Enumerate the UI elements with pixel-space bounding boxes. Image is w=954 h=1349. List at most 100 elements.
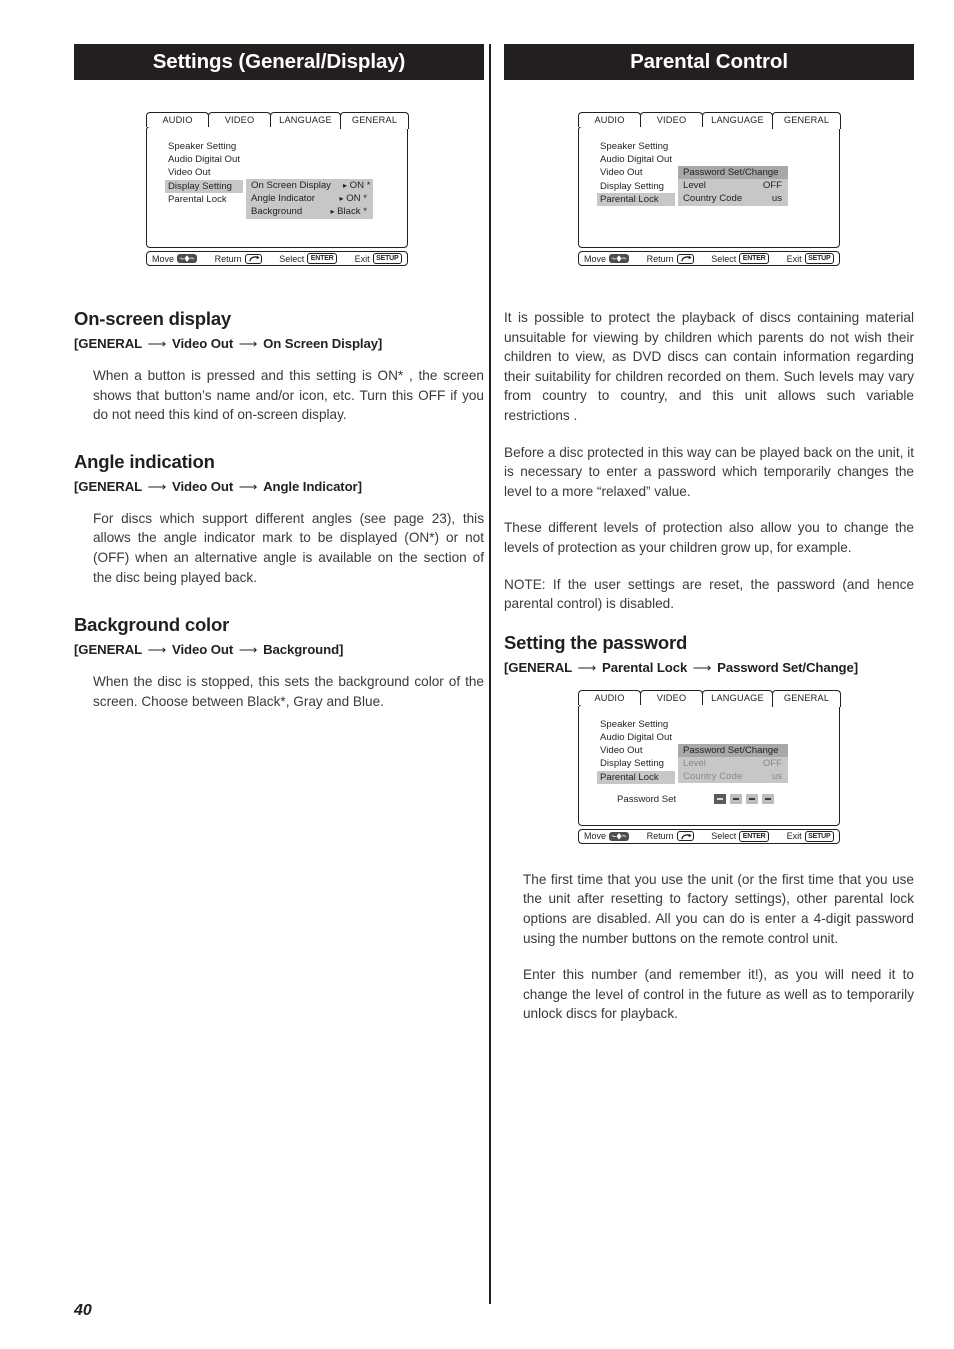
osd-tab-general[interactable]: GENERAL <box>340 112 409 129</box>
osd-tab-video[interactable]: VIDEO <box>640 112 703 127</box>
osd-tab-general[interactable]: GENERAL <box>772 689 841 707</box>
osd-submenu-value: ▸ ON * <box>331 179 370 192</box>
left-column: Settings (General/Display) AUDIO VIDEO L… <box>74 44 484 711</box>
osd-footer-exit[interactable]: Exit SETUP <box>787 253 835 264</box>
arrow-right-icon: ⟶ <box>235 336 262 351</box>
osd-footer-move[interactable]: Move <box>584 254 630 264</box>
osd-submenu-value-text: Black * <box>337 206 367 218</box>
osd-password-set: AUDIO VIDEO LANGUAGE GENERAL Speaker Set… <box>578 689 841 844</box>
password-digit-group[interactable] <box>714 794 778 805</box>
path-mid: Parental Lock <box>602 659 688 675</box>
password-digit-2[interactable] <box>730 794 743 805</box>
password-digit-4[interactable] <box>762 794 775 805</box>
section-title: Angle indication <box>74 450 215 472</box>
osd-menu-item-video-out[interactable]: Video Out <box>597 166 675 179</box>
arrow-right-icon: ⟶ <box>144 336 171 351</box>
osd-menu-item-audio-digital-out[interactable]: Audio Digital Out <box>597 731 675 744</box>
osd-footer-select[interactable]: Select ENTER <box>711 253 770 264</box>
paragraph: These different levels of protection als… <box>504 520 914 555</box>
osd-menu-item-display-setting[interactable]: Display Setting <box>165 179 243 193</box>
password-set-label: Password Set <box>617 793 677 805</box>
osd-footer-return[interactable]: Return <box>646 253 694 264</box>
osd-menu-item-parental-lock[interactable]: Parental Lock <box>597 192 675 207</box>
osd-menu-item-audio-digital-out[interactable]: Audio Digital Out <box>597 153 675 166</box>
osd-footer-select[interactable]: Select ENTER <box>279 253 338 264</box>
section-title: Setting the password <box>504 631 688 653</box>
osd-menu-item-display-setting[interactable]: Display Setting <box>597 757 675 770</box>
osd-tab-language[interactable]: LANGUAGE <box>702 689 773 705</box>
enter-key-icon: ENTER <box>739 830 770 842</box>
osd-submenu-value: OFF <box>762 180 782 192</box>
osd-submenu-value: us <box>771 771 782 783</box>
osd-submenu-row-level[interactable]: Level OFF <box>678 179 788 192</box>
osd-menu-item-parental-lock[interactable]: Parental Lock <box>597 770 675 784</box>
setup-key-icon: SETUP <box>372 253 403 264</box>
osd-tab-row: AUDIO VIDEO LANGUAGE GENERAL <box>146 112 409 129</box>
osd-submenu-row-level[interactable]: Level OFF <box>678 757 788 770</box>
password-digit-1[interactable] <box>714 794 727 805</box>
osd-menu-item-video-out[interactable]: Video Out <box>597 744 675 757</box>
osd-footer-return[interactable]: Return <box>647 831 694 842</box>
osd-menu-list: Speaker Setting Audio Digital Out Video … <box>165 140 243 206</box>
osd-submenu-row-angle-indicator[interactable]: Angle Indicator ▸ ON * <box>246 192 373 205</box>
page-number: 40 <box>74 1302 92 1319</box>
paragraph: It is possible to protect the playback o… <box>504 310 914 423</box>
right-section-header: Parental Control <box>504 44 914 80</box>
osd-tab-video[interactable]: VIDEO <box>208 112 271 127</box>
section-setting-the-password: Setting the password [GENERAL ⟶ Parental… <box>504 632 914 676</box>
osd-footer-exit-label: Exit <box>786 831 802 842</box>
path-mid: Video Out <box>172 642 234 658</box>
osd-panel: Speaker Setting Audio Digital Out Video … <box>578 126 840 248</box>
osd-footer-exit[interactable]: Exit SETUP <box>786 830 835 842</box>
osd-footer-move[interactable]: Move <box>584 831 630 842</box>
osd-footer-select-label: Select <box>279 253 305 264</box>
osd-footer-bar: Move Return Select ENTER Exit SETUP <box>578 251 840 266</box>
setup-key-icon: SETUP <box>804 830 835 842</box>
osd-panel: Speaker Setting Audio Digital Out Video … <box>578 703 840 826</box>
osd-footer-exit[interactable]: Exit SETUP <box>355 253 403 264</box>
osd-submenu-row-on-screen-display[interactable]: On Screen Display ▸ ON * <box>246 179 373 192</box>
path-suffix: On Screen Display] <box>263 336 383 351</box>
osd-footer-select[interactable]: Select ENTER <box>711 830 770 842</box>
osd-submenu-value-text: ON * <box>349 180 371 191</box>
osd-footer-move-label: Move <box>584 831 607 842</box>
osd-footer-move[interactable]: Move <box>152 254 198 264</box>
osd-tab-audio[interactable]: AUDIO <box>578 112 641 127</box>
osd-menu-item-parental-lock[interactable]: Parental Lock <box>165 193 243 206</box>
manual-page: Settings (General/Display) AUDIO VIDEO L… <box>0 0 954 1349</box>
osd-submenu-label: Angle Indicator <box>251 193 315 205</box>
osd-parental-lock: AUDIO VIDEO LANGUAGE GENERAL Speaker Set… <box>578 112 841 266</box>
osd-menu-item-speaker-setting[interactable]: Speaker Setting <box>165 140 243 153</box>
osd-tab-audio[interactable]: AUDIO <box>146 112 209 127</box>
osd-footer-return-label: Return <box>646 253 674 264</box>
osd-menu-item-speaker-setting[interactable]: Speaker Setting <box>597 718 675 731</box>
return-arrow-icon <box>676 253 694 264</box>
osd-tab-language[interactable]: LANGUAGE <box>702 112 773 127</box>
osd-menu-item-display-setting[interactable]: Display Setting <box>597 180 675 193</box>
section-path: [GENERAL ⟶ Video Out ⟶ On Screen Display… <box>74 336 484 352</box>
osd-tab-video[interactable]: VIDEO <box>640 689 703 705</box>
osd-menu-item-speaker-setting[interactable]: Speaker Setting <box>597 140 675 153</box>
osd-menu-item-audio-digital-out[interactable]: Audio Digital Out <box>165 153 243 166</box>
osd-tab-language[interactable]: LANGUAGE <box>270 112 341 127</box>
section-body: For discs which support different angles… <box>93 510 484 585</box>
osd-submenu-row-country-code[interactable]: Country Code us <box>678 770 788 783</box>
osd-tab-audio[interactable]: AUDIO <box>578 689 641 705</box>
path-suffix: Background] <box>263 642 344 658</box>
password-digit-3[interactable] <box>746 794 759 805</box>
right-column: Parental Control AUDIO VIDEO LANGUAGE GE… <box>504 44 914 1024</box>
osd-panel: Speaker Setting Audio Digital Out Video … <box>146 126 408 248</box>
osd-submenu-row-password-set-change[interactable]: Password Set/Change <box>678 743 788 757</box>
password-set-row: Password Set <box>617 793 778 806</box>
osd-submenu-row-country-code[interactable]: Country Code us <box>678 192 788 205</box>
osd-tab-general[interactable]: GENERAL <box>772 112 841 129</box>
column-divider <box>489 44 491 1304</box>
section-title: Background color <box>74 614 230 636</box>
osd-submenu-row-password-set-change[interactable]: Password Set/Change <box>678 166 788 180</box>
path-suffix: Password Set/Change] <box>717 659 859 675</box>
osd-submenu-row-background[interactable]: Background ▸ Black * <box>246 205 373 218</box>
osd-menu-item-video-out[interactable]: Video Out <box>165 166 243 179</box>
section-body: When a button is pressed and this settin… <box>93 368 484 423</box>
osd-footer-return[interactable]: Return <box>215 253 262 264</box>
osd-submenu-label: Level <box>683 757 706 769</box>
